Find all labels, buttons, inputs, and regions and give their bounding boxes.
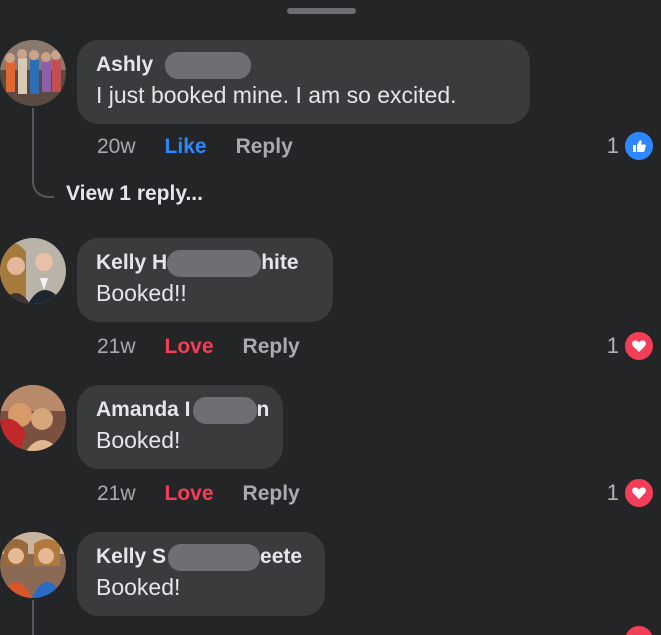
comments-sheet: Ashly I just booked mine. I am so excite… bbox=[0, 0, 661, 635]
avatar[interactable] bbox=[0, 532, 66, 598]
redacted-name-block bbox=[165, 52, 252, 79]
comment-bubble[interactable]: Ashly I just booked mine. I am so excite… bbox=[77, 40, 530, 124]
reaction-count: 1 bbox=[606, 333, 619, 358]
heart-icon bbox=[623, 330, 655, 362]
redacted-name-block bbox=[167, 250, 262, 277]
redacted-name-block bbox=[168, 544, 261, 571]
author-first-name: Amanda I bbox=[96, 398, 191, 422]
reply-thread-line bbox=[32, 108, 34, 178]
comment-author[interactable]: Kelly H hite bbox=[96, 250, 313, 277]
comment-text: Booked!! bbox=[96, 280, 187, 306]
heart-icon bbox=[623, 624, 655, 635]
view-replies-link[interactable]: View 1 reply... bbox=[66, 182, 203, 206]
comment-bubble[interactable]: Kelly H hite Booked!! bbox=[77, 238, 333, 322]
author-first-name: Ashly bbox=[96, 53, 154, 77]
author-last-name: n bbox=[256, 398, 270, 422]
comment-text: Booked! bbox=[96, 574, 181, 600]
reaction-summary[interactable]: 1 bbox=[607, 477, 655, 509]
comment-text: I just booked mine. I am so excited. bbox=[96, 82, 457, 108]
comment-actions: 21w Love Reply bbox=[97, 335, 300, 359]
sheet-drag-handle[interactable] bbox=[287, 8, 356, 14]
love-button[interactable]: Love bbox=[165, 335, 214, 359]
comment-timestamp[interactable]: 21w bbox=[97, 335, 136, 359]
avatar[interactable] bbox=[0, 385, 66, 451]
reply-thread-line bbox=[32, 600, 34, 635]
comment-actions: 20w Like Reply bbox=[97, 135, 293, 159]
comment-text: Booked! bbox=[96, 427, 181, 453]
comment-author[interactable]: Amanda I n bbox=[96, 397, 269, 424]
author-first-name: Kelly S bbox=[96, 545, 167, 569]
author-first-name: Kelly H bbox=[96, 251, 168, 275]
reply-button[interactable]: Reply bbox=[243, 335, 300, 359]
comment-author[interactable]: Ashly bbox=[96, 52, 510, 79]
reaction-count: 1 bbox=[606, 133, 619, 158]
reply-button[interactable]: Reply bbox=[243, 482, 300, 506]
comment-author[interactable]: Kelly S eete bbox=[96, 544, 305, 571]
comment-bubble[interactable]: Kelly S eete Booked! bbox=[77, 532, 325, 616]
comment-timestamp[interactable]: 21w bbox=[97, 482, 136, 506]
author-last-name: hite bbox=[261, 251, 299, 275]
reply-button[interactable]: Reply bbox=[236, 135, 293, 159]
reply-thread-curve bbox=[32, 176, 54, 198]
avatar[interactable] bbox=[0, 40, 66, 106]
reaction-summary[interactable]: 1 bbox=[607, 130, 655, 162]
redacted-name-block bbox=[192, 397, 257, 424]
heart-icon bbox=[623, 477, 655, 509]
author-last-name: eete bbox=[260, 545, 303, 569]
reaction-summary[interactable] bbox=[619, 624, 655, 635]
comment-bubble[interactable]: Amanda I n Booked! bbox=[77, 385, 283, 469]
reaction-summary[interactable]: 1 bbox=[607, 330, 655, 362]
comment-actions: 21w Love Reply bbox=[97, 482, 300, 506]
reaction-count: 1 bbox=[606, 480, 619, 505]
comment-timestamp[interactable]: 20w bbox=[97, 135, 136, 159]
like-icon bbox=[623, 130, 655, 162]
love-button[interactable]: Love bbox=[165, 482, 214, 506]
avatar[interactable] bbox=[0, 238, 66, 304]
like-button[interactable]: Like bbox=[165, 135, 207, 159]
